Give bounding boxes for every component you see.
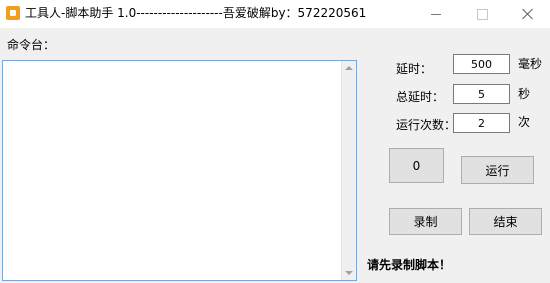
title-bar[interactable]: 工具人-脚本助手 1.0--------------------吾爱破解by：5… bbox=[0, 0, 550, 28]
status-message: 请先录制脚本！ bbox=[367, 258, 452, 272]
run-count-label: 运行次数： bbox=[396, 118, 457, 132]
minimize-button[interactable] bbox=[414, 0, 458, 28]
scroll-down-arrow-icon[interactable] bbox=[345, 271, 353, 275]
app-window: 工具人-脚本助手 1.0--------------------吾爱破解by：5… bbox=[0, 0, 550, 283]
end-button[interactable]: 结束 bbox=[469, 208, 542, 235]
maximize-icon bbox=[476, 8, 488, 20]
counter-button[interactable]: 0 bbox=[389, 148, 444, 183]
maximize-button[interactable] bbox=[460, 0, 504, 28]
close-icon bbox=[522, 8, 534, 20]
run-button[interactable]: 运行 bbox=[461, 156, 534, 184]
console-textarea[interactable] bbox=[2, 60, 357, 281]
run-count-unit: 次 bbox=[518, 115, 531, 129]
console-label: 命令台： bbox=[7, 38, 56, 52]
window-title: 工具人-脚本助手 1.0--------------------吾爱破解by：5… bbox=[25, 6, 367, 20]
minimize-icon bbox=[431, 13, 441, 15]
app-icon bbox=[6, 6, 20, 20]
scroll-up-arrow-icon[interactable] bbox=[345, 66, 353, 70]
delay-input[interactable] bbox=[453, 54, 510, 74]
record-button[interactable]: 录制 bbox=[389, 208, 462, 235]
delay-unit: 毫秒 bbox=[518, 57, 543, 71]
delay-label: 延时： bbox=[396, 62, 433, 76]
run-count-input[interactable] bbox=[453, 113, 510, 133]
console-scrollbar[interactable] bbox=[341, 61, 356, 280]
total-delay-label: 总延时： bbox=[396, 90, 445, 104]
close-button[interactable] bbox=[506, 0, 550, 28]
total-delay-unit: 秒 bbox=[518, 87, 531, 101]
total-delay-input[interactable] bbox=[453, 84, 510, 104]
